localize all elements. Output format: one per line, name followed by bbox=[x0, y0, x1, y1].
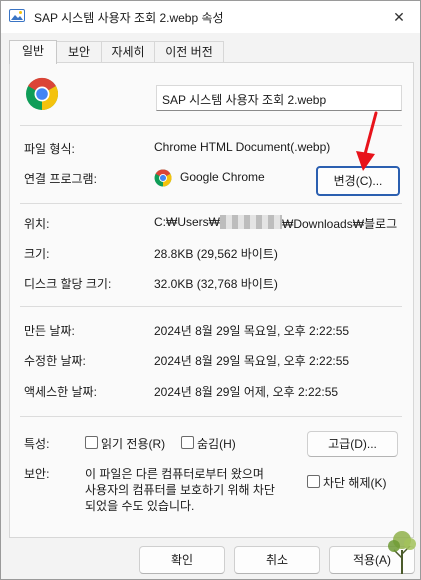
redacted-username bbox=[220, 215, 282, 229]
close-icon: ✕ bbox=[393, 8, 405, 25]
location-value-start: C:₩Users₩ bbox=[154, 215, 220, 229]
tab-details[interactable]: 자세히 bbox=[101, 41, 155, 63]
window-title: SAP 시스템 사용자 조회 2.webp 속성 bbox=[34, 11, 224, 25]
filename-value: SAP 시스템 사용자 조회 2.webp bbox=[162, 93, 327, 107]
tab-security[interactable]: 보안 bbox=[56, 41, 102, 63]
properties-window: SAP 시스템 사용자 조회 2.webp 속성 ✕ 일반 보안 자세히 이전 … bbox=[0, 0, 421, 580]
size-value: 28.8KB (29,562 바이트) bbox=[154, 247, 278, 261]
file-type-value: Chrome HTML Document(.webp) bbox=[154, 140, 331, 154]
readonly-label[interactable]: 읽기 전용(R) bbox=[101, 435, 165, 452]
divider bbox=[20, 416, 402, 417]
divider bbox=[20, 203, 402, 204]
modified-value: 2024년 8월 29일 목요일, 오후 2:22:55 bbox=[154, 354, 350, 368]
title-bar[interactable]: SAP 시스템 사용자 조회 2.webp 속성 ✕ bbox=[1, 1, 420, 33]
chrome-icon bbox=[26, 77, 59, 111]
advanced-button[interactable]: 고급(D)... bbox=[307, 431, 398, 457]
readonly-checkbox[interactable] bbox=[85, 436, 98, 449]
tab-previous-versions[interactable]: 이전 버전 bbox=[154, 41, 224, 63]
location-label: 위치: bbox=[24, 217, 50, 231]
disk-size-label: 디스크 할당 크기: bbox=[24, 277, 112, 291]
security-text-line1: 이 파일은 다른 컴퓨터로부터 왔으며 bbox=[85, 467, 264, 481]
hidden-checkbox[interactable] bbox=[181, 436, 194, 449]
size-label: 크기: bbox=[24, 247, 50, 261]
tree-watermark-icon bbox=[388, 531, 416, 574]
created-value: 2024년 8월 29일 목요일, 오후 2:22:55 bbox=[154, 324, 350, 338]
close-button[interactable]: ✕ bbox=[382, 3, 416, 31]
annotation-arrow-icon bbox=[356, 111, 378, 171]
divider bbox=[20, 125, 402, 126]
attributes-label: 특성: bbox=[24, 437, 50, 451]
ok-button[interactable]: 확인 bbox=[139, 546, 225, 574]
location-value-end: ₩Downloads₩블로그 bbox=[282, 217, 398, 231]
disk-size-value: 32.0KB (32,768 바이트) bbox=[154, 277, 278, 291]
file-type-label: 파일 형식: bbox=[24, 142, 75, 156]
divider bbox=[20, 306, 402, 307]
accessed-value: 2024년 8월 29일 어제, 오후 2:22:55 bbox=[154, 385, 339, 399]
security-label: 보안: bbox=[24, 467, 50, 481]
cancel-button[interactable]: 취소 bbox=[234, 546, 320, 574]
security-text-line3: 되었을 수도 있습니다. bbox=[85, 499, 195, 513]
tab-general[interactable]: 일반 bbox=[9, 40, 57, 64]
modified-label: 수정한 날짜: bbox=[24, 354, 86, 368]
filename-input[interactable]: SAP 시스템 사용자 조회 2.webp bbox=[156, 85, 402, 111]
opens-with-app: Google Chrome bbox=[180, 170, 265, 184]
opens-with-label: 연결 프로그램: bbox=[24, 172, 97, 186]
unblock-label[interactable]: 차단 해제(K) bbox=[323, 474, 387, 491]
hidden-label[interactable]: 숨김(H) bbox=[197, 435, 236, 452]
accessed-label: 액세스한 날짜: bbox=[24, 385, 97, 399]
created-label: 만든 날짜: bbox=[24, 324, 75, 338]
chrome-small-icon bbox=[154, 169, 172, 187]
security-text-line2: 사용자의 컴퓨터를 보호하기 위해 차단 bbox=[85, 483, 275, 497]
unblock-checkbox[interactable] bbox=[307, 475, 320, 488]
image-file-icon bbox=[9, 9, 25, 22]
